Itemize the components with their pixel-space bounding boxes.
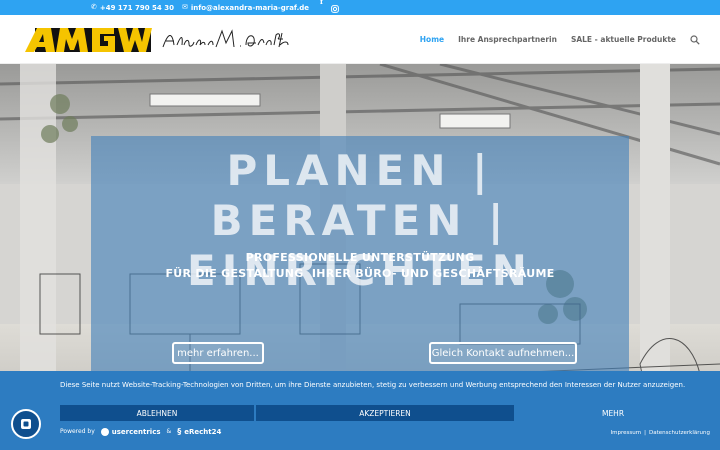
nav-ansprechpartnerin[interactable]: Ihre Ansprechpartnerin (458, 35, 557, 44)
erecht24-label: eRecht24 (184, 427, 222, 436)
phone-icon: ✆ (91, 3, 97, 11)
powered-by: Powered by usercentrics & § eRecht24 (60, 427, 221, 436)
signature-logo (162, 29, 289, 48)
usercentrics-label: usercentrics (111, 427, 161, 436)
hero-title-line1: PLANEN | BERATEN | (210, 146, 510, 245)
accept-button[interactable]: AKZEPTIEREN (256, 405, 514, 421)
nav-home[interactable]: Home (420, 35, 444, 44)
deny-button[interactable]: ABLEHNEN (60, 405, 254, 421)
main-nav: Home Ihre Ansprechpartnerin SALE - aktue… (420, 15, 700, 64)
more-info-button[interactable]: mehr erfahren... (172, 342, 264, 364)
hero-subtitle-line2: FÜR DIE GESTALTUNG IHRER BÜRO- UND GESCH… (165, 267, 555, 280)
mail-icon: ✉ (181, 3, 188, 11)
more-button[interactable]: MEHR (516, 405, 710, 421)
legal-separator: | (644, 430, 646, 436)
email-contact[interactable]: ✉ info@alexandra-maria-graf.de (182, 4, 309, 12)
amgw-logo[interactable] (25, 25, 153, 55)
nav-sale[interactable]: SALE - aktuelle Produkte (571, 35, 676, 44)
amp-label: & (166, 428, 172, 435)
erecht24-icon: § (177, 427, 182, 436)
legal-links: Impressum | Datenschutzerklärung (611, 430, 710, 436)
fingerprint-icon (21, 419, 31, 429)
contact-button[interactable]: Gleich Kontakt aufnehmen... (429, 342, 577, 364)
phone-number: +49 171 790 54 30 (99, 3, 174, 12)
site-header: Home Ihre Ansprechpartnerin SALE - aktue… (0, 15, 720, 64)
cookie-message: Diese Seite nutzt Website-Tracking-Techn… (60, 381, 686, 389)
usercentrics-brand[interactable]: usercentrics (100, 427, 161, 436)
usercentrics-icon (100, 427, 109, 436)
erecht24-brand[interactable]: § eRecht24 (177, 427, 221, 436)
hero-subtitle: PROFESSIONELLE UNTERSTÜTZUNG FÜR DIE GES… (91, 250, 629, 282)
imprint-link[interactable]: Impressum (611, 430, 642, 436)
powered-by-label: Powered by (60, 428, 95, 435)
privacy-link[interactable]: Datenschutzerklärung (649, 430, 710, 436)
cookie-consent-banner: Diese Seite nutzt Website-Tracking-Techn… (0, 371, 720, 450)
top-bar: ✆ +49 171 790 54 30 ✉ info@alexandra-mar… (0, 0, 720, 15)
phone-contact[interactable]: ✆ +49 171 790 54 30 (91, 4, 174, 12)
privacy-settings-button[interactable] (11, 409, 41, 439)
search-icon[interactable] (690, 34, 700, 45)
email-address: info@alexandra-maria-graf.de (190, 3, 309, 12)
hero-subtitle-line1: PROFESSIONELLE UNTERSTÜTZUNG (245, 251, 475, 264)
